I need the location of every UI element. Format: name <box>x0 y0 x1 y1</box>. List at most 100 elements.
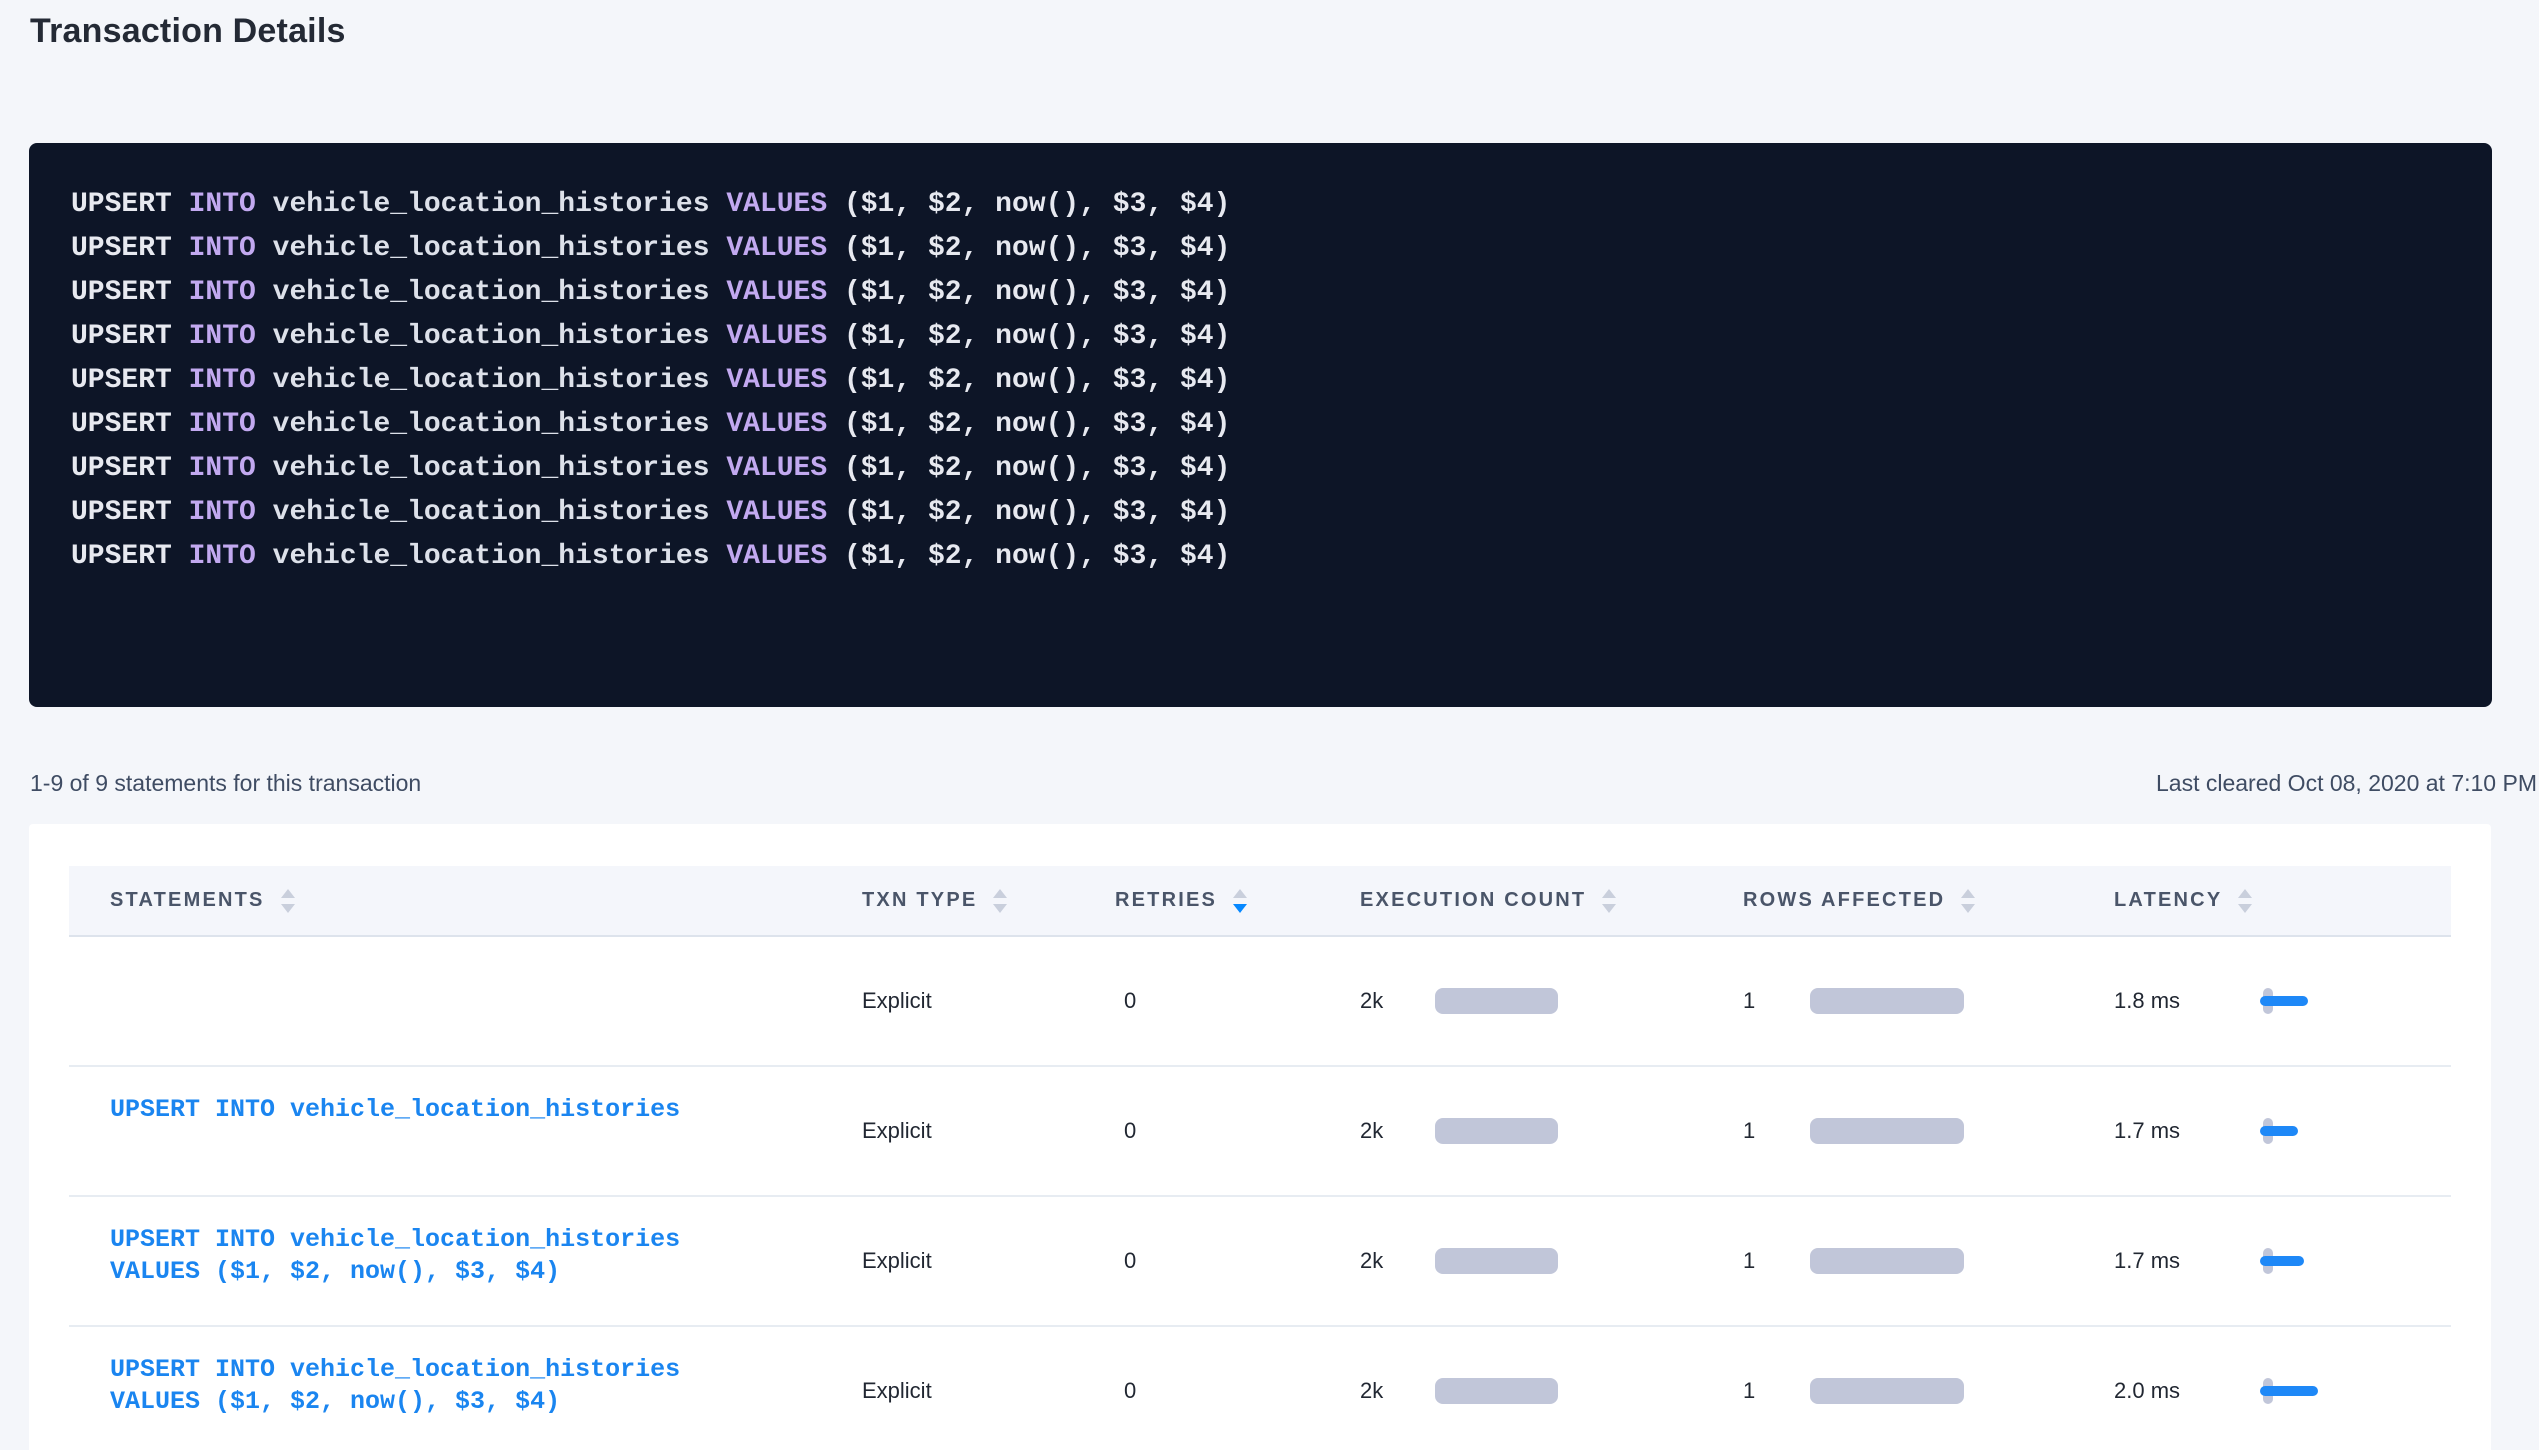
rows-affected-value: 1 <box>1743 1248 1803 1274</box>
sql-params: ($1, $2, now(), $3, $4) <box>844 233 1230 264</box>
sql-params: ($1, $2, now(), $3, $4) <box>844 541 1230 572</box>
sql-keyword-upsert: UPSERT <box>71 277 189 308</box>
txn-type-cell: Explicit <box>862 1327 1115 1450</box>
latency-cell: 1.7 ms <box>2114 1197 2451 1325</box>
sql-keyword-into: INTO <box>189 321 273 352</box>
execution-count-value: 2k <box>1360 988 1420 1014</box>
statement-cell: UPSERT INTO vehicle_location_histories V… <box>69 1067 862 1195</box>
sql-params: ($1, $2, now(), $3, $4) <box>844 321 1230 352</box>
sql-keyword-upsert: UPSERT <box>71 365 189 396</box>
table-row: UPSERT INTO vehicle_location_histories V… <box>69 937 2451 1067</box>
statement-cell: UPSERT INTO vehicle_location_histories V… <box>69 937 862 1065</box>
column-header[interactable]: ROWS AFFECTED <box>1743 889 2114 913</box>
sort-arrows-icon <box>1602 889 1616 913</box>
sql-table-name: vehicle_location_histories <box>273 233 727 264</box>
sort-down-icon <box>1961 904 1975 913</box>
sql-table-name: vehicle_location_histories <box>273 189 727 220</box>
sql-table-name: vehicle_location_histories <box>273 409 727 440</box>
txn-type-value: Explicit <box>862 1248 932 1274</box>
sql-table-name: vehicle_location_histories <box>273 497 727 528</box>
execution-count-bar <box>1435 1378 1558 1404</box>
sql-params: ($1, $2, now(), $3, $4) <box>844 497 1230 528</box>
rows-affected-value: 1 <box>1743 1378 1803 1404</box>
latency-value: 1.7 ms <box>2114 1118 2180 1144</box>
sql-code-line: UPSERT INTO vehicle_location_histories V… <box>71 227 2492 271</box>
rows-affected-bar <box>1810 1118 1964 1144</box>
sql-code-line: UPSERT INTO vehicle_location_histories V… <box>71 447 2492 491</box>
sql-keyword-into: INTO <box>189 453 273 484</box>
execution-count-cell: 2k <box>1360 1067 1743 1195</box>
table-header-row: STATEMENTS TXN TYPE RETRIES EXECUTION CO… <box>69 866 2451 937</box>
latency-bar <box>2260 996 2308 1006</box>
sort-arrows-icon <box>1961 889 1975 913</box>
sql-keyword-upsert: UPSERT <box>71 233 189 264</box>
statement-link[interactable]: UPSERT INTO vehicle_location_histories V… <box>110 1365 680 1450</box>
sort-down-icon <box>1602 904 1616 913</box>
sql-table-name: vehicle_location_histories <box>273 541 727 572</box>
column-header-label: LATENCY <box>2114 889 2222 912</box>
sql-params: ($1, $2, now(), $3, $4) <box>844 365 1230 396</box>
sql-code-line: UPSERT INTO vehicle_location_histories V… <box>71 183 2492 227</box>
sql-keyword-into: INTO <box>189 497 273 528</box>
execution-count-bar <box>1435 1248 1558 1274</box>
sql-keyword-upsert: UPSERT <box>71 541 189 572</box>
latency-cell: 2.0 ms <box>2114 1327 2451 1450</box>
table-row: UPSERT INTO vehicle_location_histories V… <box>69 1067 2451 1197</box>
column-header[interactable]: EXECUTION COUNT <box>1360 889 1743 913</box>
rows-affected-value: 1 <box>1743 1118 1803 1144</box>
latency-chart <box>2260 1378 2330 1404</box>
latency-chart <box>2260 1118 2330 1144</box>
sql-keyword-upsert: UPSERT <box>71 321 189 352</box>
sort-down-icon <box>2238 904 2252 913</box>
sort-up-icon <box>1233 889 1247 898</box>
sql-keyword-upsert: UPSERT <box>71 409 189 440</box>
sql-table-name: vehicle_location_histories <box>273 277 727 308</box>
latency-value: 2.0 ms <box>2114 1378 2180 1404</box>
sort-down-icon <box>281 904 295 913</box>
sql-code-line: UPSERT INTO vehicle_location_histories V… <box>71 403 2492 447</box>
sql-code-line: UPSERT INTO vehicle_location_histories V… <box>71 535 2492 579</box>
rows-affected-value: 1 <box>1743 988 1803 1014</box>
retries-cell: 0 <box>1115 1197 1360 1325</box>
latency-chart <box>2260 1248 2330 1274</box>
last-cleared-text: Last cleared Oct 08, 2020 at 7:10 PM <box>2156 770 2537 797</box>
retries-value: 0 <box>1124 1248 1136 1274</box>
column-header[interactable]: STATEMENTS <box>69 889 862 913</box>
retries-cell: 0 <box>1115 1327 1360 1450</box>
sql-keyword-into: INTO <box>189 541 273 572</box>
statement-cell: UPSERT INTO vehicle_location_histories V… <box>69 1197 862 1325</box>
sql-keyword-upsert: UPSERT <box>71 189 189 220</box>
txn-type-cell: Explicit <box>862 1067 1115 1195</box>
sql-params: ($1, $2, now(), $3, $4) <box>844 453 1230 484</box>
rows-affected-bar <box>1810 1378 1964 1404</box>
txn-type-value: Explicit <box>862 1118 932 1144</box>
sort-up-icon <box>2238 889 2252 898</box>
sort-arrows-icon <box>993 889 1007 913</box>
rows-affected-cell: 1 <box>1743 937 2114 1065</box>
column-header[interactable]: TXN TYPE <box>862 889 1115 913</box>
statements-table-body: UPSERT INTO vehicle_location_histories V… <box>69 937 2451 1450</box>
retries-value: 0 <box>1124 1118 1136 1144</box>
sort-down-icon <box>1233 904 1247 913</box>
sql-code-line: UPSERT INTO vehicle_location_histories V… <box>71 491 2492 535</box>
sql-params: ($1, $2, now(), $3, $4) <box>844 409 1230 440</box>
sql-code-line: UPSERT INTO vehicle_location_histories V… <box>71 271 2492 315</box>
column-header[interactable]: RETRIES <box>1115 889 1360 913</box>
table-row: UPSERT INTO vehicle_location_histories V… <box>69 1197 2451 1327</box>
statements-card: STATEMENTS TXN TYPE RETRIES EXECUTION CO… <box>29 824 2491 1450</box>
sql-table-name: vehicle_location_histories <box>273 453 727 484</box>
rows-affected-bar <box>1810 988 1964 1014</box>
execution-count-cell: 2k <box>1360 937 1743 1065</box>
execution-count-bar <box>1435 1118 1558 1144</box>
table-row: UPSERT INTO vehicle_location_histories V… <box>69 1327 2451 1450</box>
latency-bar <box>2260 1256 2304 1266</box>
sort-arrows-icon <box>2238 889 2252 913</box>
column-header-label: TXN TYPE <box>862 889 977 912</box>
sql-keyword-into: INTO <box>189 409 273 440</box>
column-header[interactable]: LATENCY <box>2114 889 2451 913</box>
latency-chart <box>2260 988 2330 1014</box>
sort-up-icon <box>281 889 295 898</box>
retries-value: 0 <box>1124 988 1136 1014</box>
statement-cell: UPSERT INTO vehicle_location_histories V… <box>69 1327 862 1450</box>
latency-cell: 1.7 ms <box>2114 1067 2451 1195</box>
